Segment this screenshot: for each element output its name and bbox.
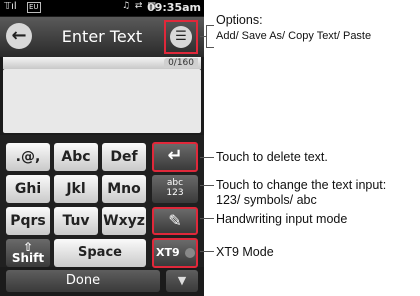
eu-badge: EU (27, 2, 41, 13)
bottom-bar: Done ▼ (0, 268, 204, 296)
dropdown-button[interactable]: ▼ (166, 270, 198, 292)
key-wxyz[interactable]: Wxyz (102, 207, 146, 235)
key-punctuation[interactable]: .@, (6, 143, 50, 171)
options-caption-detail: Add/ Save As/ Copy Text/ Paste (216, 30, 372, 42)
input-mode-bottom-label: 123 (166, 188, 184, 198)
input-mode-leader-line (200, 185, 214, 186)
options-caption-title: Options: (216, 13, 263, 27)
phone-screen: 𝕋ıl EU ♫ ⇄ ▤ 09:35am ← Enter Text ☰ 0/16… (0, 0, 204, 296)
key-ghi[interactable]: Ghi (6, 175, 50, 203)
pen-icon: ✎ (168, 211, 182, 230)
input-mode-top-label: abc (166, 178, 184, 188)
character-counter: 0/160 (164, 58, 198, 68)
handwriting-caption: Handwriting input mode (216, 212, 348, 226)
list-menu-icon: ☰ (170, 26, 192, 48)
signal-icon: 𝕋ıl (4, 1, 17, 12)
input-mode-button[interactable]: abc 123 (152, 175, 198, 203)
input-mode-caption-line2: 123/ symbols/ abc (216, 193, 317, 207)
xt9-button[interactable]: XT9 (152, 238, 198, 268)
chevron-down-icon: ▼ (177, 274, 187, 287)
options-bracket-bottom (206, 47, 214, 48)
shift-label: Shift (11, 251, 45, 265)
back-button[interactable]: ← (6, 23, 32, 49)
options-button[interactable]: ☰ (164, 20, 198, 54)
status-time: 09:35am (147, 1, 201, 14)
toggle-indicator-icon (185, 248, 196, 258)
xt9-caption: XT9 Mode (216, 245, 274, 259)
key-tuv[interactable]: Tuv (54, 207, 98, 235)
backspace-icon: ↵ (167, 145, 183, 166)
done-button[interactable]: Done (6, 270, 160, 292)
key-abc[interactable]: Abc (54, 143, 98, 171)
status-bar: 𝕋ıl EU ♫ ⇄ ▤ 09:35am (0, 0, 204, 16)
handwriting-leader-line (200, 218, 214, 219)
key-pqrs[interactable]: Pqrs (6, 207, 50, 235)
handwriting-button[interactable]: ✎ (152, 207, 198, 235)
shift-button[interactable]: ⇧ Shift (6, 239, 50, 267)
delete-leader-line (200, 157, 214, 158)
key-jkl[interactable]: Jkl (54, 175, 98, 203)
key-mno[interactable]: Mno (102, 175, 146, 203)
keypad: .@, Abc Def ↵ Ghi Jkl Mno abc 123 Pqrs T… (0, 135, 204, 268)
delete-button[interactable]: ↵ (152, 142, 198, 172)
space-button[interactable]: Space (54, 239, 146, 267)
page-title: Enter Text (61, 27, 143, 46)
xt9-leader-line (200, 251, 214, 252)
options-bracket (206, 25, 207, 47)
header-bar: ← Enter Text ☰ (0, 17, 204, 57)
options-bracket-top (206, 25, 214, 26)
key-def[interactable]: Def (102, 143, 146, 171)
text-input-area[interactable] (3, 69, 201, 133)
xt9-label: XT9 (156, 246, 180, 259)
input-mode-caption-line1: Touch to change the text input: (216, 178, 387, 192)
back-arrow-icon: ← (11, 25, 27, 46)
delete-caption: Touch to delete text. (216, 150, 328, 164)
